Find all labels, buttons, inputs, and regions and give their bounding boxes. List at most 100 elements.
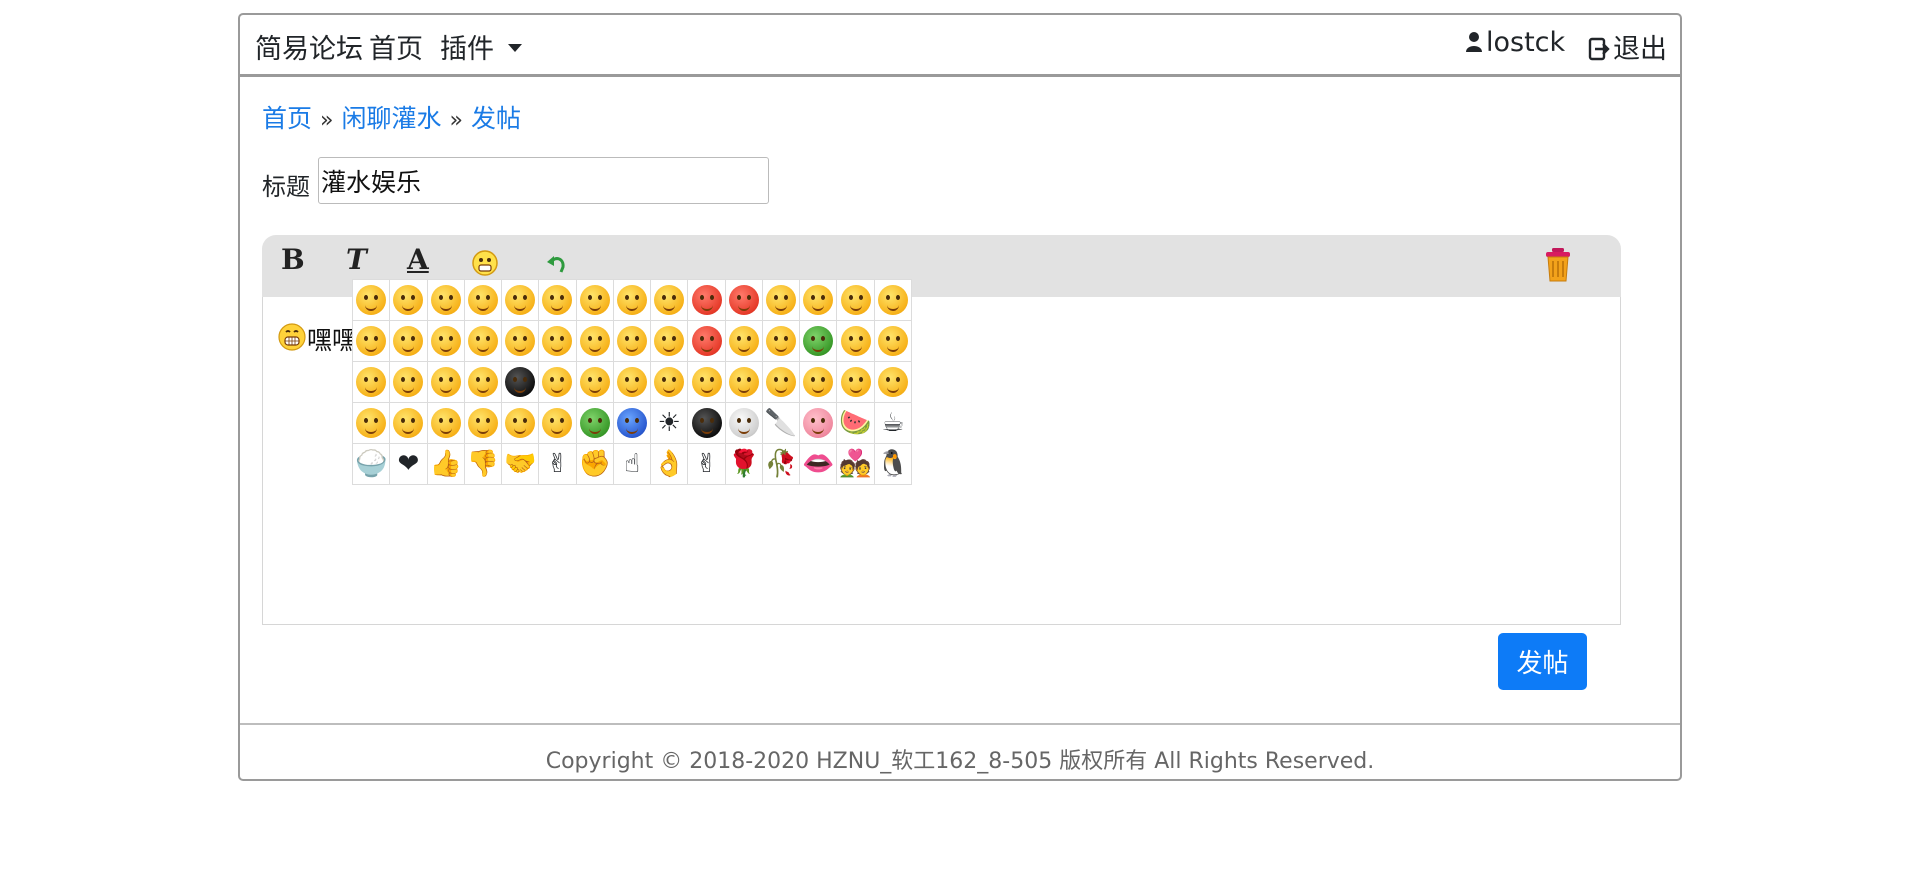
emoji-cell[interactable] xyxy=(800,280,838,321)
emoji-cell[interactable] xyxy=(725,280,763,321)
emoji-cell[interactable] xyxy=(353,280,391,321)
clear-button[interactable] xyxy=(1542,247,1574,287)
emoji-cell[interactable] xyxy=(651,362,689,403)
rage-emoji-icon xyxy=(728,285,759,315)
emoji-cell[interactable] xyxy=(576,362,614,403)
coffee-emoji-icon: ☕ xyxy=(881,408,905,438)
emoji-cell[interactable] xyxy=(576,321,614,362)
bomb-emoji-icon xyxy=(691,408,722,438)
brand-link[interactable]: 简易论坛 xyxy=(255,27,363,66)
emoji-cell[interactable]: 🔪 xyxy=(762,403,801,444)
emoji-cell[interactable]: 🌹 xyxy=(725,444,763,485)
emoji-cell[interactable] xyxy=(688,403,726,444)
emoji-cell[interactable] xyxy=(576,403,614,444)
emoji-cell[interactable] xyxy=(651,280,689,321)
emoji-cell[interactable]: 🍚 xyxy=(353,444,391,485)
nav-plugins-dropdown[interactable]: 插件 xyxy=(440,27,522,66)
undo-button[interactable] xyxy=(546,253,568,279)
post-button[interactable]: 发帖 xyxy=(1498,633,1587,690)
emoji-cell[interactable] xyxy=(613,321,652,362)
emoji-cell[interactable] xyxy=(464,362,503,403)
logout-link[interactable]: 退出 xyxy=(1588,27,1667,66)
emoji-cell[interactable] xyxy=(390,362,428,403)
emoji-cell[interactable]: 👌 xyxy=(651,444,689,485)
emoji-cell[interactable] xyxy=(613,403,652,444)
emoji-cell[interactable] xyxy=(688,321,726,362)
bold-button[interactable]: B xyxy=(281,243,305,276)
emoji-cell[interactable] xyxy=(353,362,391,403)
emoji-cell[interactable] xyxy=(762,321,801,362)
emoji-cell[interactable] xyxy=(800,403,838,444)
emoji-cell[interactable] xyxy=(502,362,540,403)
emoji-cell[interactable]: 👄 xyxy=(800,444,838,485)
emoji-cell[interactable]: 🍉 xyxy=(837,403,875,444)
emoji-cell[interactable] xyxy=(390,321,428,362)
navbar: 简易论坛 首页 插件 lostck 退出 xyxy=(240,15,1680,77)
emoji-cell[interactable] xyxy=(539,362,577,403)
emoji-cell[interactable] xyxy=(874,362,912,403)
user-link[interactable]: lostck xyxy=(1465,27,1565,58)
emoji-cell[interactable] xyxy=(837,362,875,403)
emoji-cell[interactable] xyxy=(613,362,652,403)
emoji-cell[interactable] xyxy=(762,280,801,321)
blurred-emoji-icon xyxy=(467,367,498,397)
penguin-emoji-icon: 🐧 xyxy=(876,449,910,479)
emoji-cell[interactable] xyxy=(725,403,763,444)
emoji-cell[interactable]: ✌ xyxy=(688,444,726,485)
nav-plugins-label: 插件 xyxy=(440,34,494,65)
emoji-cell[interactable]: ✌ xyxy=(539,444,577,485)
emoji-cell[interactable] xyxy=(613,280,652,321)
emoji-cell[interactable] xyxy=(427,280,465,321)
emoji-cell[interactable] xyxy=(390,403,428,444)
emoji-cell[interactable]: 🐧 xyxy=(874,444,912,485)
emoji-button[interactable] xyxy=(471,249,499,281)
emoji-cell[interactable] xyxy=(725,362,763,403)
emoji-cell[interactable]: 🤝 xyxy=(502,444,540,485)
emoji-cell[interactable] xyxy=(427,362,465,403)
emoji-cell[interactable] xyxy=(502,280,540,321)
emoji-cell[interactable] xyxy=(837,321,875,362)
emoji-cell[interactable]: ☝ xyxy=(613,444,652,485)
emoji-cell[interactable] xyxy=(502,321,540,362)
emoji-cell[interactable] xyxy=(762,362,801,403)
emoji-cell[interactable] xyxy=(539,280,577,321)
emoji-cell[interactable] xyxy=(800,362,838,403)
emoji-cell[interactable] xyxy=(800,321,838,362)
emoji-cell[interactable] xyxy=(427,321,465,362)
emoji-cell[interactable]: 💑 xyxy=(837,444,875,485)
heart-emoji-icon: ❤ xyxy=(397,449,420,479)
emoji-cell[interactable] xyxy=(353,321,391,362)
chuckle-emoji-icon xyxy=(728,367,759,397)
emoji-cell[interactable] xyxy=(539,321,577,362)
emoji-cell[interactable]: ☕ xyxy=(874,403,912,444)
emoji-cell[interactable] xyxy=(502,403,540,444)
emoji-cell[interactable] xyxy=(353,403,391,444)
breadcrumb-home[interactable]: 首页 xyxy=(262,104,312,133)
emoji-cell[interactable] xyxy=(874,280,912,321)
emoji-cell[interactable]: ❤ xyxy=(390,444,428,485)
italic-button[interactable]: T xyxy=(346,243,367,276)
emoji-cell[interactable]: 👍 xyxy=(427,444,465,485)
emoji-cell[interactable]: 👎 xyxy=(464,444,503,485)
emoji-cell[interactable] xyxy=(427,403,465,444)
title-input[interactable] xyxy=(318,157,769,204)
font-color-button[interactable]: A xyxy=(407,243,429,276)
emoji-cell[interactable] xyxy=(874,321,912,362)
emoji-cell[interactable] xyxy=(539,403,577,444)
emoji-cell[interactable] xyxy=(837,280,875,321)
emoji-cell[interactable]: ✊ xyxy=(576,444,614,485)
emoji-cell[interactable] xyxy=(651,321,689,362)
emoji-cell[interactable] xyxy=(688,362,726,403)
emoji-cell[interactable] xyxy=(725,321,763,362)
breadcrumb-board[interactable]: 闲聊灌水 xyxy=(341,104,441,133)
emoji-cell[interactable]: 🥀 xyxy=(762,444,801,485)
emoji-cell[interactable] xyxy=(464,280,503,321)
emoji-cell[interactable] xyxy=(464,403,503,444)
nav-home-link[interactable]: 首页 xyxy=(369,27,423,66)
emoji-cell[interactable] xyxy=(464,321,503,362)
breadcrumb-current[interactable]: 发帖 xyxy=(471,104,521,133)
emoji-cell[interactable] xyxy=(390,280,428,321)
emoji-cell[interactable]: ☀ xyxy=(651,403,689,444)
emoji-cell[interactable] xyxy=(576,280,614,321)
emoji-cell[interactable] xyxy=(688,280,726,321)
